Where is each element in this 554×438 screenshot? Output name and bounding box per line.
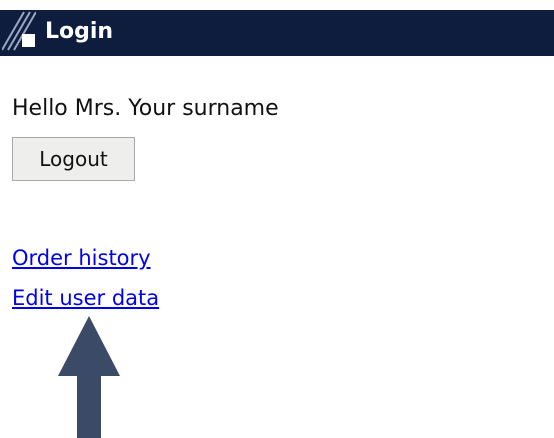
square-bullet-icon — [22, 34, 35, 47]
order-history-link[interactable]: Order history — [12, 245, 151, 271]
header-title: Login — [45, 19, 114, 44]
up-arrow-icon — [58, 316, 120, 438]
logout-button[interactable]: Logout — [12, 137, 135, 181]
login-header: Login — [0, 10, 554, 56]
greeting-text: Hello Mrs. Your surname — [12, 96, 279, 121]
stripes-icon — [2, 11, 36, 51]
edit-user-data-link[interactable]: Edit user data — [12, 285, 159, 311]
